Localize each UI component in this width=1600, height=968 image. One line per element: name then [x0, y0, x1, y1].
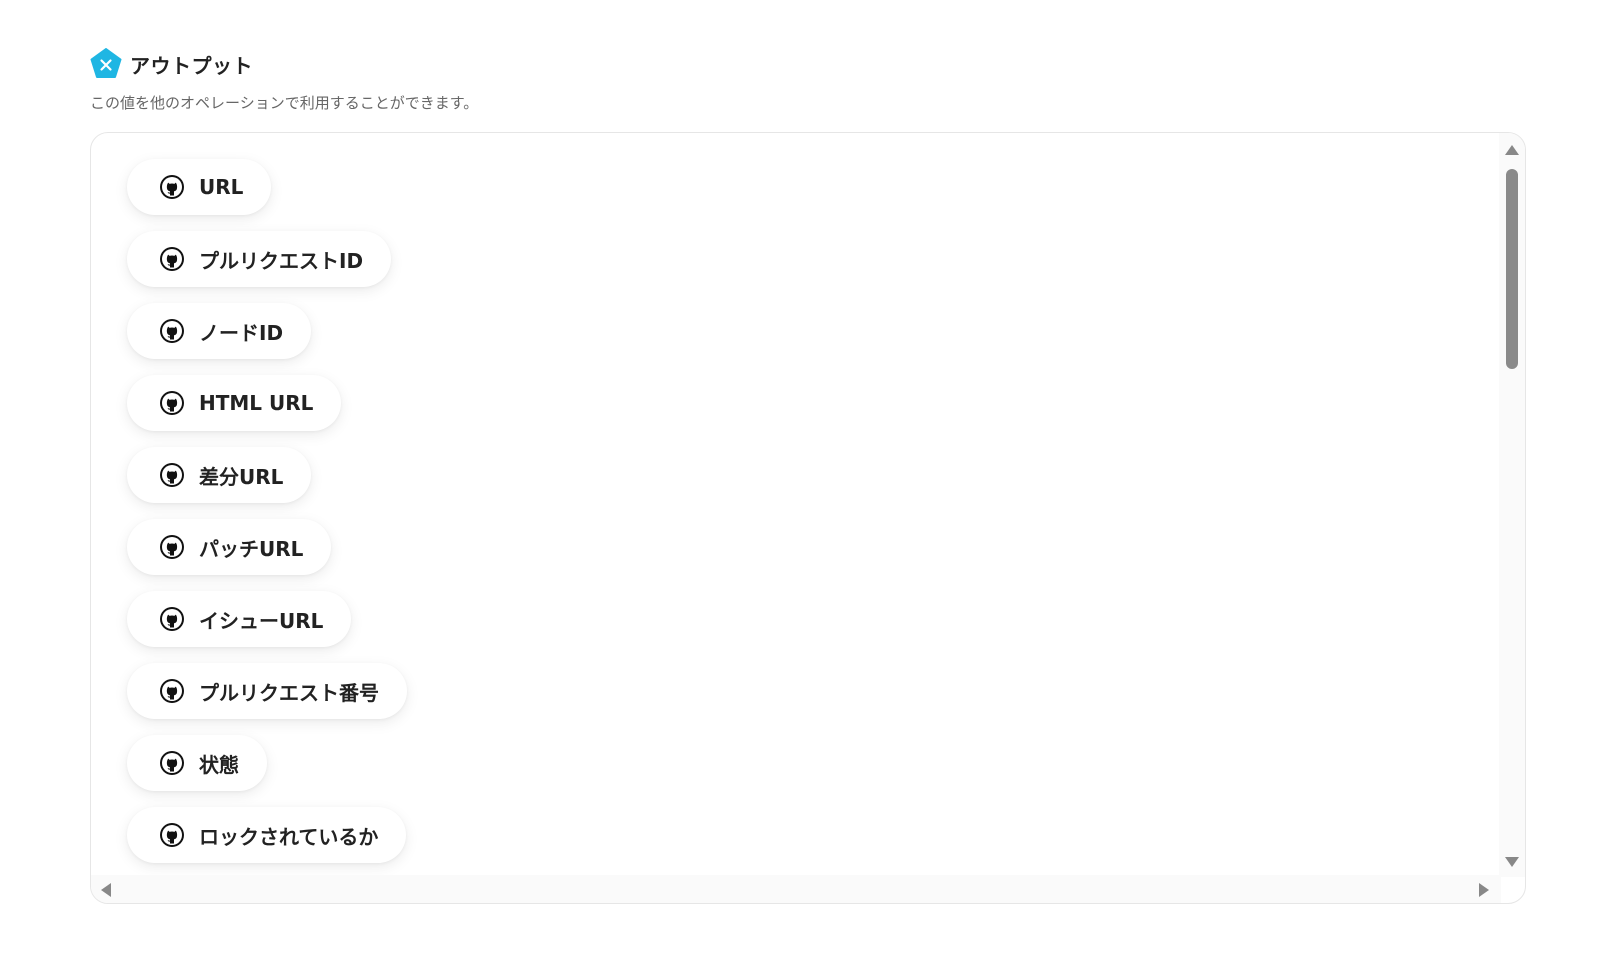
github-icon: [159, 678, 185, 704]
section-title: アウトプット: [130, 53, 253, 78]
output-pill-label: プルリクエスト番号: [199, 680, 379, 705]
github-icon: [159, 822, 185, 848]
output-pill-label: イシューURL: [199, 608, 324, 633]
yoom-x-badge-icon: [90, 48, 122, 80]
output-section: アウトプット この値を他のオペレーションで利用することができます。: [90, 48, 1526, 113]
output-pill-label: ノードID: [199, 320, 284, 345]
output-list-panel: URL プルリクエストID ノードID HTML URL 差分URL パッチURL イシュー…: [90, 132, 1526, 904]
output-pill[interactable]: イシューURL: [127, 591, 352, 647]
output-pill-label: パッチURL: [199, 536, 304, 561]
output-pill-label: プルリクエストID: [199, 248, 364, 273]
horizontal-scrollbar[interactable]: [91, 875, 1501, 903]
output-pill[interactable]: HTML URL: [127, 375, 342, 431]
output-pill[interactable]: パッチURL: [127, 519, 332, 575]
github-icon: [159, 246, 185, 272]
vertical-scrollbar[interactable]: [1499, 133, 1525, 877]
section-description: この値を他のオペレーションで利用することができます。: [90, 94, 479, 112]
output-pill-label: URL: [199, 175, 244, 199]
github-icon: [159, 750, 185, 776]
github-icon: [159, 318, 185, 344]
output-pill[interactable]: ロックされているか: [127, 807, 407, 863]
output-pill-label: 状態: [199, 752, 239, 777]
output-pill-label: 差分URL: [199, 464, 284, 489]
output-pill[interactable]: プルリクエストID: [127, 231, 392, 287]
github-icon: [159, 534, 185, 560]
scroll-right-arrow-icon[interactable]: [1479, 883, 1489, 897]
output-pill-list: URL プルリクエストID ノードID HTML URL 差分URL パッチURL イシュー…: [127, 159, 407, 879]
scroll-up-arrow-icon[interactable]: [1505, 145, 1519, 155]
output-pill-label: ロックされているか: [199, 824, 379, 849]
github-icon: [159, 390, 185, 416]
vertical-scroll-thumb[interactable]: [1506, 169, 1518, 369]
output-pill[interactable]: ノードID: [127, 303, 312, 359]
scroll-down-arrow-icon[interactable]: [1505, 857, 1519, 867]
github-icon: [159, 174, 185, 200]
output-pill[interactable]: 状態: [127, 735, 267, 791]
scroll-left-arrow-icon[interactable]: [101, 883, 111, 897]
output-pill-label: HTML URL: [199, 391, 314, 415]
output-pill[interactable]: 差分URL: [127, 447, 312, 503]
github-icon: [159, 462, 185, 488]
output-pill[interactable]: プルリクエスト番号: [127, 663, 407, 719]
section-header: アウトプット: [90, 48, 1526, 80]
github-icon: [159, 606, 185, 632]
output-pill[interactable]: URL: [127, 159, 272, 215]
